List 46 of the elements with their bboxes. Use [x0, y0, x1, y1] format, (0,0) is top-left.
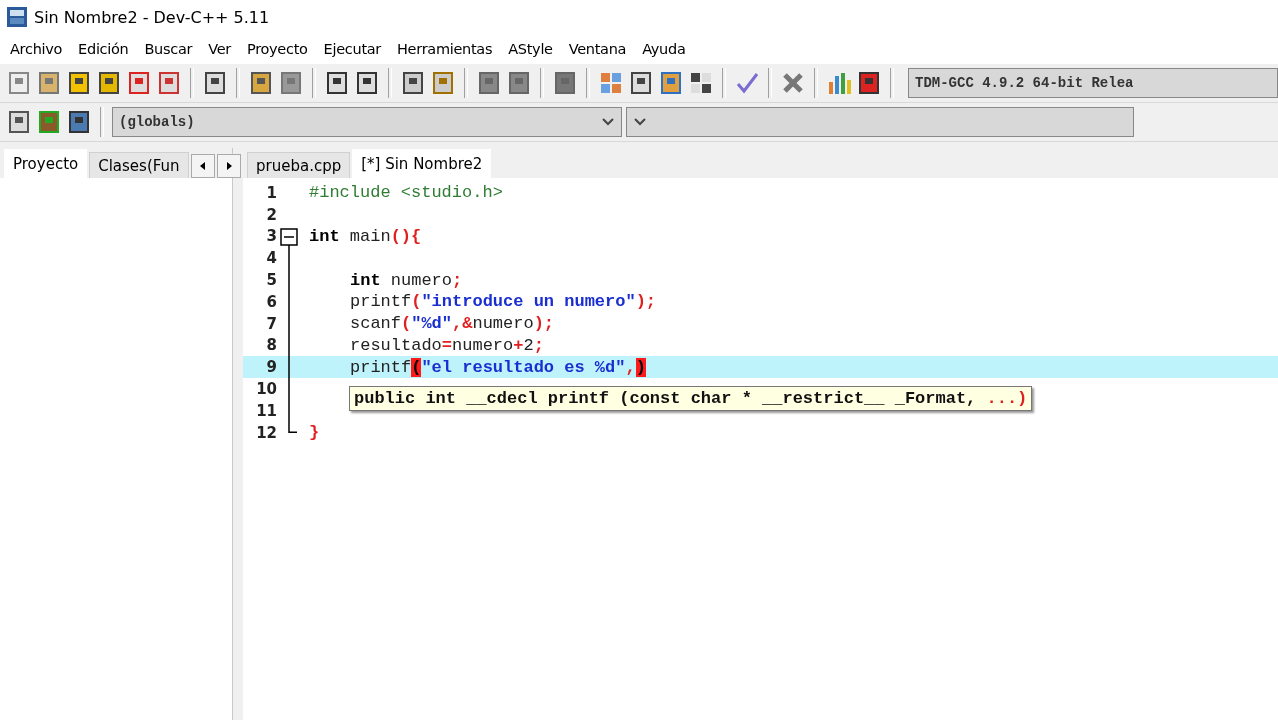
file-tab[interactable]: prueba.cpp: [247, 152, 351, 178]
menu-item[interactable]: Proyecto: [238, 41, 316, 57]
line-number: 2: [265, 205, 277, 224]
menu-item[interactable]: Buscar: [136, 41, 201, 57]
code-line: scanf("%d",&numero);: [350, 314, 555, 334]
chevron-icon: [633, 117, 647, 127]
line-number: 7: [265, 314, 277, 333]
menu-item[interactable]: Ventana: [560, 41, 635, 57]
grid-icon[interactable]: [688, 70, 714, 96]
code-line: printf("el resultado es %d",): [350, 357, 646, 377]
file-tab[interactable]: [*] Sin Nombre2: [352, 149, 492, 178]
line-number: 8: [265, 336, 277, 355]
collapse-icon[interactable]: [280, 227, 298, 434]
scroll-right-icon[interactable]: [216, 154, 241, 178]
menu-item[interactable]: Ayuda: [634, 41, 694, 57]
menu-item[interactable]: Edición: [70, 41, 137, 57]
line-number: 1: [265, 183, 277, 202]
line-number: 11: [255, 401, 277, 420]
line-number: 10: [255, 380, 277, 399]
function-tooltip: public int __cdecl printf (const char * __restrict__ _Format, ...): [349, 386, 1033, 411]
scope-select[interactable]: (globals): [112, 107, 622, 137]
menu-item[interactable]: Ejecutar: [315, 41, 389, 57]
compiler-select[interactable]: TDM-GCC 4.9.2 64-bit Relea: [908, 68, 1278, 98]
line-number: 6: [265, 292, 277, 311]
code-line: printf("introduce un numero");: [350, 292, 657, 312]
code-line: int main(){: [309, 227, 422, 246]
checkmark-icon[interactable]: [734, 70, 760, 96]
code-line: int numero;: [350, 270, 463, 290]
window-title: Sin Nombre2 - Dev-C++ 5.11: [34, 7, 270, 27]
line-number: 12: [255, 423, 277, 442]
code-line: }: [309, 423, 320, 443]
menu-item[interactable]: Archivo: [2, 41, 71, 57]
panel-tab[interactable]: Proyecto: [4, 149, 88, 178]
code-line: #include <studio.h>: [309, 183, 503, 203]
line-number: 3: [265, 227, 277, 246]
scroll-left-icon[interactable]: [190, 154, 215, 178]
app-icon: [6, 6, 28, 28]
line-number: 4: [265, 249, 277, 268]
line-number: 5: [265, 271, 277, 290]
line-number: 9: [265, 358, 277, 377]
chevron-icon: [601, 117, 615, 127]
menu-item[interactable]: AStyle: [500, 41, 561, 57]
code-line: resultado=numero+2;: [350, 335, 544, 355]
panel-tab[interactable]: Clases(Fun: [89, 152, 189, 178]
menu-item[interactable]: Herramientas: [389, 41, 501, 57]
menu-item[interactable]: Ver: [200, 41, 239, 57]
